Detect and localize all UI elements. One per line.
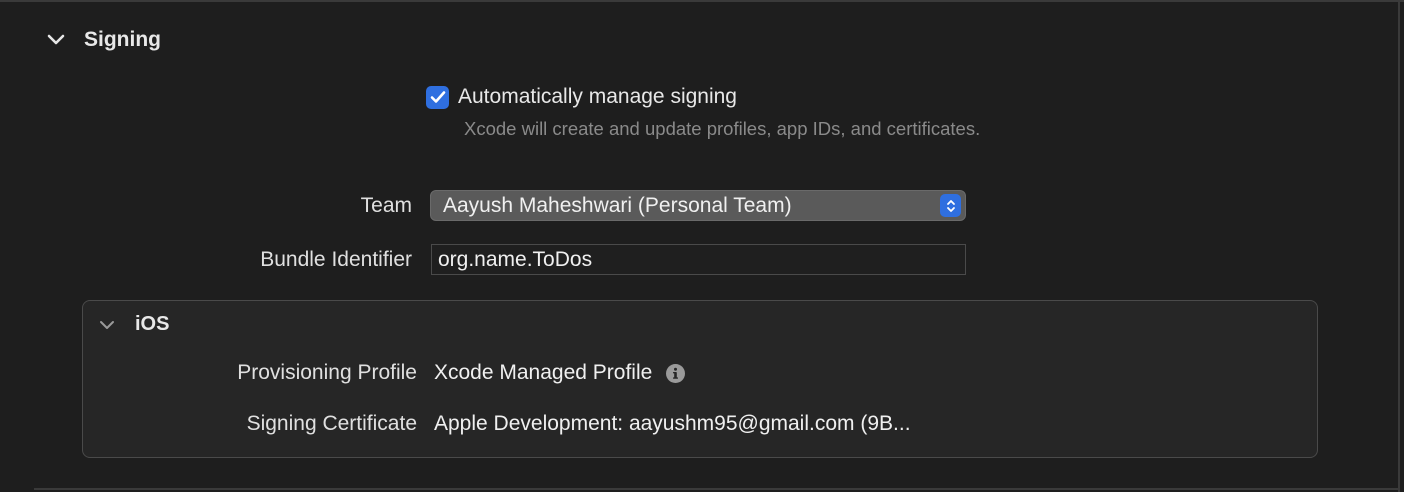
auto-manage-signing-checkbox[interactable] xyxy=(426,85,449,109)
bottom-divider xyxy=(34,488,1398,490)
checkmark-icon xyxy=(430,91,445,103)
signing-settings-pane: Signing Automatically manage signing Xco… xyxy=(0,0,1404,492)
bundle-identifier-value[interactable]: org.name.ToDos xyxy=(438,248,592,272)
top-divider xyxy=(0,0,1404,2)
ios-signing-group: iOS Provisioning Profile Xcode Managed P… xyxy=(82,300,1318,458)
ios-section-title: iOS xyxy=(135,313,170,335)
chevron-down-icon[interactable] xyxy=(46,30,66,50)
info-icon[interactable] xyxy=(666,363,686,383)
provisioning-profile-label: Provisioning Profile xyxy=(237,361,417,384)
team-popup-button[interactable]: Aayush Maheshwari (Personal Team) xyxy=(430,190,966,221)
auto-manage-signing-help: Xcode will create and update profiles, a… xyxy=(464,118,981,139)
bundle-identifier-label: Bundle Identifier xyxy=(260,248,412,271)
signing-section-title: Signing xyxy=(84,28,161,51)
provisioning-profile-row: Xcode Managed Profile xyxy=(434,361,686,385)
auto-manage-signing-label[interactable]: Automatically manage signing xyxy=(458,85,737,109)
right-divider xyxy=(1398,0,1400,492)
ios-section-header[interactable]: iOS xyxy=(97,313,169,336)
signing-certificate-label: Signing Certificate xyxy=(246,412,417,435)
team-label: Team xyxy=(360,194,412,217)
auto-manage-signing-row[interactable]: Automatically manage signing xyxy=(426,85,737,109)
up-down-chevron-icon[interactable] xyxy=(940,194,961,217)
chevron-down-icon[interactable] xyxy=(97,315,117,335)
provisioning-profile-value: Xcode Managed Profile xyxy=(434,361,653,384)
signing-certificate-value: Apple Development: aayushm95@gmail.com (… xyxy=(434,412,911,435)
team-popup-value: Aayush Maheshwari (Personal Team) xyxy=(443,193,792,217)
bundle-identifier-field[interactable]: org.name.ToDos xyxy=(431,244,966,275)
signing-section-header[interactable]: Signing xyxy=(46,24,161,56)
